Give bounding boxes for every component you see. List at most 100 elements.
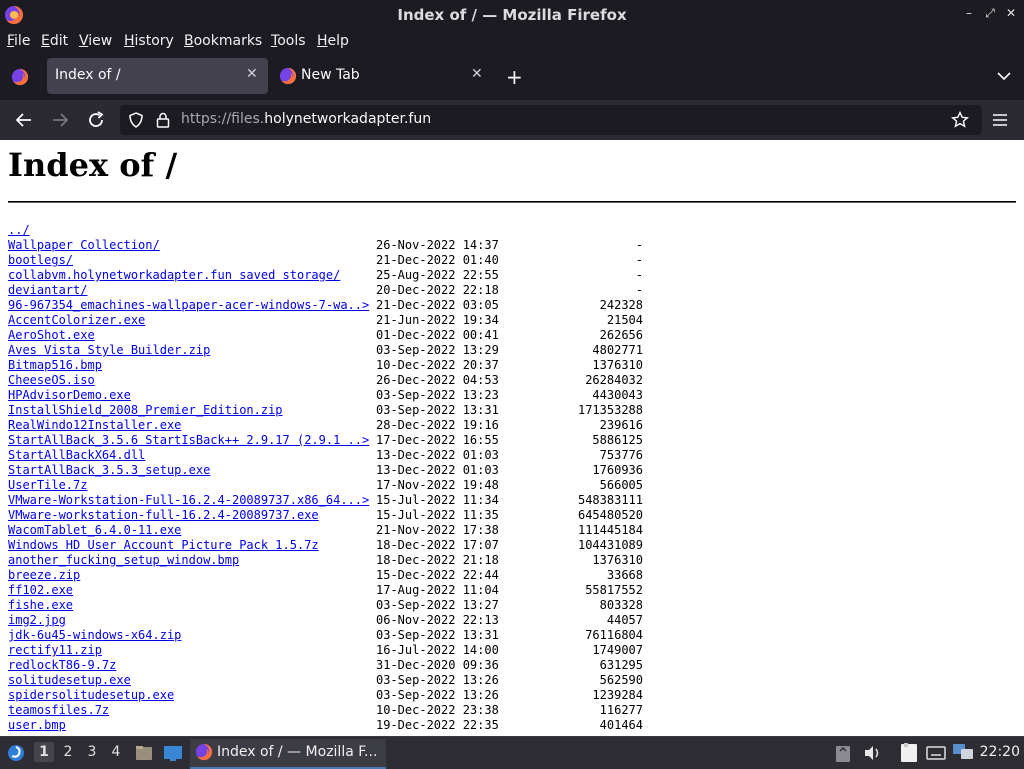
close-window-icon[interactable]: ✕ — [1003, 6, 1019, 20]
file-link[interactable]: breeze.zip — [8, 568, 80, 582]
restore-icon[interactable]: ⤢ — [982, 6, 998, 21]
file-size: 262656 — [599, 328, 643, 342]
menu-bookmarks[interactable]: Bookmarks — [184, 33, 262, 49]
file-manager-icon[interactable] — [134, 743, 154, 763]
file-size: 55817552 — [585, 583, 643, 597]
file-link[interactable]: RealWindo12Installer.exe — [8, 418, 181, 432]
tab-new-tab[interactable]: New Tab ✕ — [273, 58, 494, 94]
file-link[interactable]: AccentColorizer.exe — [8, 313, 145, 327]
file-link[interactable]: AeroShot.exe — [8, 328, 95, 342]
menu-file[interactable]: File — [7, 33, 30, 49]
file-link[interactable]: img2.jpg — [8, 613, 66, 627]
file-link[interactable]: ff102.exe — [8, 583, 73, 597]
modified-date: 15-Jul-2022 11:35 — [376, 508, 499, 522]
file-link[interactable]: CheeseOS.iso — [8, 373, 95, 387]
volume-speaker-icon[interactable] — [862, 743, 882, 763]
workspace-1[interactable]: 1 — [34, 742, 54, 762]
close-tab-icon[interactable]: ✕ — [471, 66, 483, 82]
modified-date: 18-Dec-2022 17:07 — [376, 538, 499, 552]
taskbar: 1 2 3 4 Index of / — Mozilla F... 22:20 — [0, 736, 1024, 769]
taskbar-clock: 22:20 — [979, 744, 1020, 760]
modified-date: 21-Nov-2022 17:38 — [376, 523, 499, 537]
file-link[interactable]: StartAllBack_3.5.6 StartIsBack++ 2.9.17 … — [8, 433, 369, 447]
file-link[interactable]: StartAllBackX64.dll — [8, 448, 145, 462]
minimize-icon[interactable]: – — [961, 6, 977, 20]
new-tab-plus-icon[interactable]: + — [506, 65, 523, 89]
file-size: 171353288 — [577, 403, 643, 417]
file-size: 5886125 — [592, 433, 643, 447]
file-link[interactable]: Windows HD User Account Picture Pack 1.5… — [8, 538, 319, 552]
file-size: 1376310 — [592, 358, 643, 372]
modified-date: 03-Sep-2022 13:26 — [376, 673, 499, 687]
menu-tools[interactable]: Tools — [271, 33, 306, 49]
file-size: 753776 — [599, 448, 643, 462]
firefox-view-icon[interactable] — [11, 68, 29, 86]
workspace-2[interactable]: 2 — [58, 744, 78, 760]
file-link[interactable]: fishe.exe — [8, 598, 73, 612]
file-link[interactable]: 96-967354_emachines-wallpaper-acer-windo… — [8, 298, 369, 312]
file-link[interactable]: collabvm.holynetworkadapter.fun saved st… — [8, 268, 340, 282]
menu-view[interactable]: View — [79, 33, 112, 49]
parent-dir-link[interactable]: ../ — [8, 223, 30, 237]
url-bar[interactable]: https://files.holynetworkadapter.fun — [120, 105, 982, 135]
keyboard-tray-icon[interactable] — [926, 743, 946, 763]
tracking-protection-shield-icon[interactable] — [127, 111, 145, 129]
file-link[interactable]: Bitmap516.bmp — [8, 358, 102, 372]
listing-row: teamosfiles.7z 10-Dec-2022 23:38 116277 — [8, 703, 643, 718]
taskbar-firefox-task[interactable]: Index of / — Mozilla F... — [190, 739, 386, 769]
app-menu-swirl-icon[interactable] — [6, 743, 26, 763]
file-link[interactable]: another_fucking_setup_window.bmp — [8, 553, 239, 567]
file-link[interactable]: deviantart/ — [8, 283, 87, 297]
file-size: 631295 — [599, 658, 643, 672]
tab-index-of[interactable]: Index of / ✕ — [47, 58, 268, 94]
file-link[interactable]: redlockT86-9.7z — [8, 658, 116, 672]
modified-date: 31-Dec-2020 09:36 — [376, 658, 499, 672]
file-link[interactable]: UserTile.7z — [8, 478, 87, 492]
file-size: 239616 — [599, 418, 643, 432]
modified-date: 25-Aug-2022 22:55 — [376, 268, 499, 282]
modified-date: 21-Dec-2022 01:40 — [376, 253, 499, 267]
modified-date: 19-Dec-2022 22:35 — [376, 718, 499, 732]
listing-row: fishe.exe 03-Sep-2022 13:27 803328 — [8, 598, 643, 613]
modified-date: 15-Jul-2022 11:34 — [376, 493, 499, 507]
file-link[interactable]: StartAllBack_3.5.3_setup.exe — [8, 463, 210, 477]
notes-tray-icon[interactable] — [898, 742, 920, 764]
hamburger-menu-icon[interactable] — [988, 108, 1012, 132]
file-link[interactable]: jdk-6u45-windows-x64.zip — [8, 628, 181, 642]
workspace-4[interactable]: 4 — [106, 744, 126, 760]
list-all-tabs-chevron-icon[interactable] — [996, 70, 1012, 82]
back-arrow-icon[interactable] — [12, 108, 36, 132]
file-link[interactable]: Wallpaper Collection/ — [8, 238, 160, 252]
file-link[interactable]: Aves Vista Style Builder.zip — [8, 343, 210, 357]
file-link[interactable]: spidersolitudesetup.exe — [8, 688, 174, 702]
file-link[interactable]: solitudesetup.exe — [8, 673, 131, 687]
desktop-icon[interactable] — [163, 743, 183, 763]
file-link[interactable]: rectify11.zip — [8, 643, 102, 657]
forward-arrow-icon[interactable] — [48, 108, 72, 132]
tab-strip: Index of / ✕ New Tab ✕ + — [0, 54, 1024, 100]
file-link[interactable]: HPAdvisorDemo.exe — [8, 388, 131, 402]
listing-row: UserTile.7z 17-Nov-2022 19:48 566005 — [8, 478, 643, 493]
reload-icon[interactable] — [84, 108, 108, 132]
close-tab-icon[interactable]: ✕ — [246, 66, 258, 82]
listing-row: StartAllBack_3.5.6 StartIsBack++ 2.9.17 … — [8, 433, 643, 448]
file-link[interactable]: VMware-workstation-full-16.2.4-20089737.… — [8, 508, 319, 522]
network-tray-icon[interactable] — [952, 742, 974, 762]
directory-listing: ../ Wallpaper Collection/26-Nov-2022 14:… — [8, 223, 643, 733]
file-link[interactable]: WacomTablet_6.4.0-11.exe — [8, 523, 181, 537]
modified-date: 03-Sep-2022 13:26 — [376, 688, 499, 702]
file-link[interactable]: InstallShield_2008_Premier_Edition.zip — [8, 403, 283, 417]
file-link[interactable]: VMware-Workstation-Full-16.2.4-20089737.… — [8, 493, 369, 507]
menu-history[interactable]: History — [124, 33, 174, 49]
url-text[interactable]: https://files.holynetworkadapter.fun — [181, 111, 431, 127]
menu-edit[interactable]: Edit — [41, 33, 68, 49]
file-link[interactable]: teamosfiles.7z — [8, 703, 109, 717]
menu-help[interactable]: Help — [317, 33, 349, 49]
file-link[interactable]: bootlegs/ — [8, 253, 73, 267]
workspace-3[interactable]: 3 — [82, 744, 102, 760]
listing-row: 96-967354_emachines-wallpaper-acer-windo… — [8, 298, 643, 313]
padlock-icon[interactable] — [155, 111, 171, 129]
clipboard-tray-icon[interactable] — [834, 743, 852, 763]
file-link[interactable]: user.bmp — [8, 718, 66, 732]
bookmark-star-icon[interactable] — [951, 111, 969, 129]
